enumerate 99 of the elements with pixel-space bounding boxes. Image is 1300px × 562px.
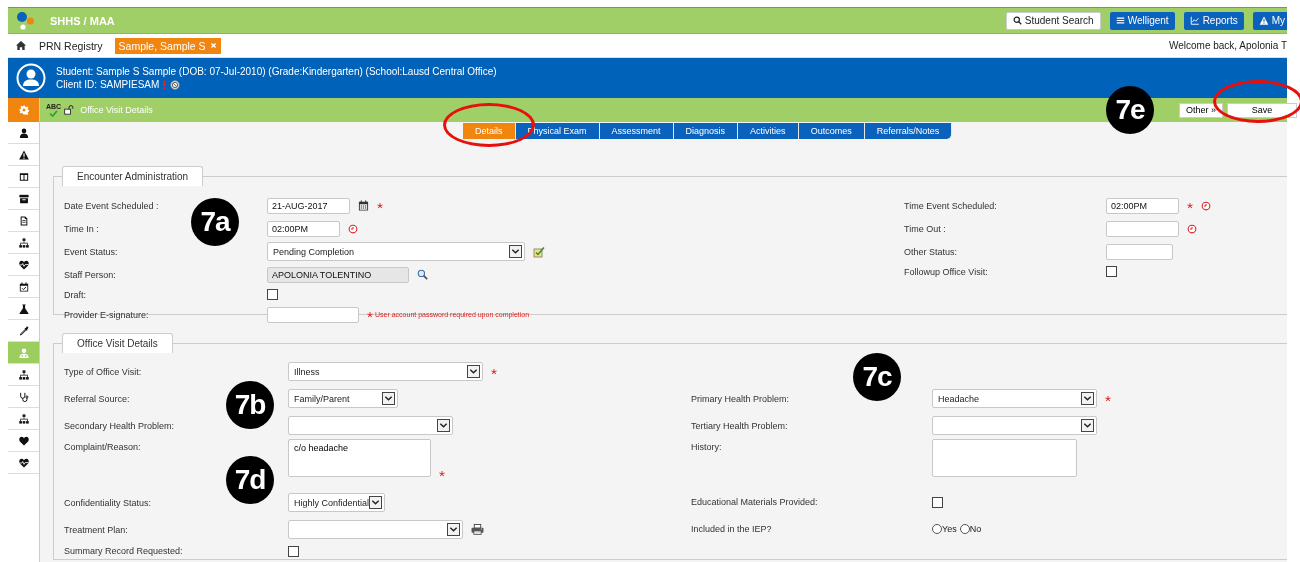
tab[interactable]: Assessment: [599, 123, 674, 139]
field-label: Other Status:: [904, 246, 959, 257]
section-title: Encounter Administration: [62, 166, 204, 186]
toolbar-button[interactable]: Other »: [1179, 102, 1223, 118]
field-label: Followup Office Visit:: [904, 266, 989, 277]
tab[interactable]: Activities: [738, 123, 799, 139]
calendar-check-icon: [18, 281, 29, 292]
hierarchy-icon: [18, 237, 29, 248]
field-label: Time Out :: [904, 223, 947, 234]
dropdown-field[interactable]: Illness: [288, 362, 483, 381]
radio-button[interactable]: [932, 523, 942, 534]
search-icon: [1012, 16, 1022, 25]
calendar-icon[interactable]: [358, 200, 369, 211]
field-label: Time In :: [64, 223, 100, 234]
text-field[interactable]: [1106, 220, 1179, 237]
section-title: Office Visit Details: [62, 333, 173, 353]
field-label: Provider E-signature:: [64, 309, 150, 320]
field-label: Staff Person:: [64, 269, 117, 280]
dropdown-field[interactable]: [288, 520, 463, 539]
line-chart-icon: [1189, 16, 1200, 25]
warning-icon: [1258, 16, 1269, 25]
home-icon[interactable]: [15, 40, 27, 51]
checkbox[interactable]: [1106, 266, 1117, 277]
radio-label: Yes: [942, 523, 957, 534]
field-label: Time Event Scheduled:: [904, 200, 998, 211]
settings-icon: [18, 105, 29, 115]
app-title: SHHS / MAA: [50, 14, 115, 27]
hierarchy-icon: [18, 413, 29, 424]
search-icon[interactable]: [417, 269, 428, 280]
field-label: Draft:: [64, 289, 87, 300]
field-label: Confidentiality Status:: [64, 497, 153, 508]
field-label: Event Status:: [64, 246, 119, 257]
stethoscope-icon: [18, 391, 29, 402]
printer-icon[interactable]: [471, 524, 484, 535]
text-field[interactable]: 02:00PM: [267, 220, 340, 237]
field-label: Secondary Health Problem:: [64, 420, 176, 431]
text-field[interactable]: APOLONIA TOLENTINO: [267, 266, 409, 283]
field-label: Type of Office Visit:: [64, 366, 143, 377]
field-label: Treatment Plan:: [64, 524, 129, 535]
text-field[interactable]: [1106, 243, 1173, 260]
field-label: Complaint/Reason:: [64, 441, 142, 452]
hierarchy-icon: [18, 369, 29, 380]
prohibited-icon: [170, 79, 181, 90]
student-info: Student: Sample S Sample (DOB: 07-Jul-2010) (Grade:Kindergarten) (School:Lausd Central Office): [56, 66, 497, 77]
tab[interactable]: Referrals/Notes: [864, 123, 953, 139]
toolbar-button[interactable]: Save: [1227, 102, 1297, 118]
unlocked-padlock-icon[interactable]: [64, 105, 75, 115]
field-label: Educational Materials Provided:: [691, 497, 819, 507]
dropdown-field[interactable]: Pending Completion: [267, 242, 525, 261]
flask-icon: [18, 303, 29, 314]
heartbeat-icon: [18, 259, 29, 270]
warning-icon: [18, 149, 29, 160]
text-field[interactable]: 02:00PM: [1106, 197, 1179, 214]
field-label: Included in the IEP?: [691, 523, 773, 534]
field-label: Summary Record Requested:: [64, 546, 184, 556]
radio-label: No: [969, 523, 982, 534]
checkbox[interactable]: [288, 545, 299, 557]
checked-note-icon[interactable]: [533, 245, 545, 258]
logo-icon: [16, 10, 36, 31]
tab[interactable]: Diagnosis: [673, 123, 739, 139]
doctor-icon: [18, 347, 29, 358]
field-label: Tertiary Health Problem:: [691, 420, 789, 431]
text-field[interactable]: 21-AUG-2017: [267, 197, 350, 214]
alert-icon: [162, 79, 168, 90]
checkbox[interactable]: [267, 289, 278, 300]
clock-icon[interactable]: [348, 223, 358, 234]
client-id: Client ID: SAMPIESAM: [56, 79, 160, 90]
columns-icon: [18, 171, 29, 182]
clock-icon[interactable]: [1201, 200, 1211, 211]
dropdown-field[interactable]: [932, 416, 1097, 435]
document-icon: [18, 215, 29, 226]
heart-icon: [18, 435, 29, 446]
clock-icon[interactable]: [1187, 223, 1197, 234]
heartbeat-icon: [18, 457, 29, 468]
dropper-icon: [18, 325, 29, 336]
header-button[interactable]: Student Search: [1005, 11, 1101, 30]
avatar-icon: [16, 63, 46, 93]
archive-box-icon: [18, 193, 29, 204]
dropdown-field[interactable]: Headache: [932, 389, 1097, 408]
toolbar-title: Office Visit Details: [80, 105, 153, 115]
breadcrumb-tab[interactable]: PRN Registry: [35, 37, 107, 54]
radio-button[interactable]: [959, 523, 970, 534]
header-button[interactable]: Welligent: [1109, 11, 1175, 30]
tab[interactable]: Outcomes: [798, 123, 865, 139]
text-area[interactable]: c/o headache: [288, 439, 431, 477]
header-button[interactable]: My: [1252, 11, 1287, 30]
dropdown-field[interactable]: Highly Confidential: [288, 493, 385, 512]
dropdown-field[interactable]: Family/Parent: [288, 389, 398, 408]
field-label: Primary Health Problem:: [691, 393, 791, 404]
menu-icon: [1115, 16, 1125, 25]
field-label: History:: [691, 441, 723, 452]
checkbox[interactable]: [932, 496, 943, 508]
close-icon[interactable]: [209, 42, 217, 49]
dropdown-field[interactable]: [288, 416, 453, 435]
welcome-text: Welcome back, Apolonia T: [1168, 40, 1287, 51]
user-icon: [18, 127, 29, 138]
field-label: Date Event Scheduled :: [64, 200, 160, 211]
header-button[interactable]: Reports: [1183, 11, 1244, 30]
text-field[interactable]: [267, 306, 359, 323]
